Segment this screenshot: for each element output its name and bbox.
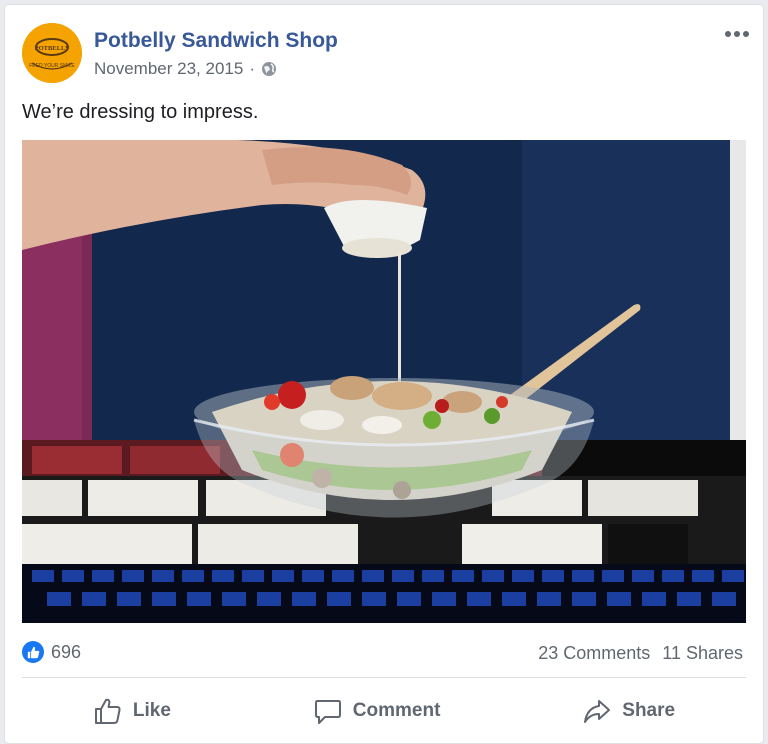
more-dot-icon <box>743 31 749 37</box>
like-label: Like <box>132 700 171 721</box>
comment-label: Comment <box>352 700 441 721</box>
more-dot-icon <box>725 31 731 37</box>
like-reaction-icon <box>22 641 44 663</box>
logo-brand-text: POTBELLY <box>35 45 70 52</box>
page-name-link[interactable]: Potbelly Sandwich Shop <box>94 29 338 53</box>
like-button[interactable]: Like <box>75 690 189 732</box>
engagement-counts: 23 Comments 11 Shares <box>538 643 743 664</box>
more-dot-icon <box>734 31 740 37</box>
page-avatar[interactable]: POTBELLY FEED YOUR SMILE <box>22 23 82 83</box>
more-options-button[interactable] <box>725 31 749 37</box>
post-photo[interactable] <box>22 140 746 623</box>
post-action-bar: Like Comment Share <box>22 689 746 733</box>
comment-icon <box>314 700 341 724</box>
shares-count-link[interactable]: 11 Shares <box>662 643 743 664</box>
comments-count-link[interactable]: 23 Comments <box>538 643 650 664</box>
globe-icon[interactable] <box>261 61 277 77</box>
share-button[interactable]: Share <box>564 690 693 732</box>
post-card: POTBELLY FEED YOUR SMILE Potbelly Sandwi… <box>4 4 764 744</box>
post-meta: November 23, 2015 · <box>94 59 277 79</box>
divider <box>22 677 746 678</box>
potbelly-logo-icon: POTBELLY FEED YOUR SMILE <box>22 23 82 83</box>
post-text: We’re dressing to impress. <box>22 101 259 123</box>
share-arrow-icon <box>584 700 611 723</box>
post-date[interactable]: November 23, 2015 <box>94 59 243 79</box>
salad-photo <box>22 140 746 623</box>
meta-separator: · <box>249 59 255 78</box>
thumbs-up-icon <box>94 698 121 724</box>
logo-slogan-text: FEED YOUR SMILE <box>29 63 75 69</box>
comment-button[interactable]: Comment <box>295 690 459 732</box>
like-count: 696 <box>51 641 82 662</box>
share-label: Share <box>622 700 676 721</box>
reaction-summary[interactable]: 696 <box>22 641 81 663</box>
